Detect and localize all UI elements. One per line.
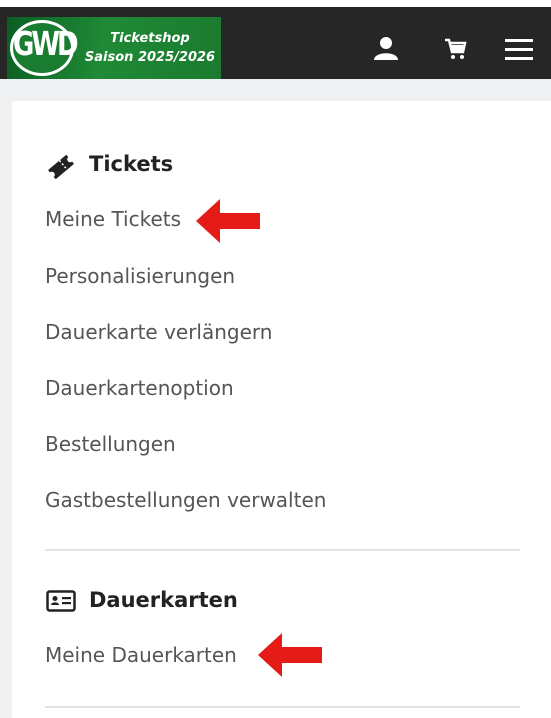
top-header-bar: GWD Ticketshop Saison 2025/2026 <box>0 7 551 79</box>
section-divider <box>45 549 520 551</box>
section-divider <box>45 706 520 708</box>
menu-item-dauerkarte-verlaengern[interactable]: Dauerkarte verlängern <box>45 320 272 344</box>
shop-title: Ticketshop <box>110 31 190 46</box>
ticket-icon <box>46 152 76 187</box>
menu-item-gastbestellungen-verwalten[interactable]: Gastbestellungen verwalten <box>45 488 326 512</box>
menu-icon[interactable] <box>505 39 533 61</box>
annotation-arrow-left <box>258 632 324 682</box>
menu-item-dauerkartenoption[interactable]: Dauerkartenoption <box>45 376 234 400</box>
logo-letters: GWD <box>13 26 79 64</box>
gwd-logo-emblem: GWD <box>10 20 79 76</box>
user-icon[interactable] <box>373 35 399 65</box>
menu-item-meine-dauerkarten[interactable]: Meine Dauerkarten <box>45 643 237 667</box>
account-menu-card <box>12 101 551 718</box>
section-title-tickets: Tickets <box>89 152 174 176</box>
gwd-logo[interactable]: GWD Ticketshop Saison 2025/2026 <box>7 17 221 79</box>
section-title-dauerkarten: Dauerkarten <box>89 588 238 612</box>
cart-icon[interactable] <box>443 37 467 65</box>
id-card-icon <box>46 589 76 618</box>
annotation-arrow-left <box>196 198 262 248</box>
menu-item-personalisierungen[interactable]: Personalisierungen <box>45 264 235 288</box>
menu-item-meine-tickets[interactable]: Meine Tickets <box>45 207 181 231</box>
menu-item-bestellungen[interactable]: Bestellungen <box>45 432 176 456</box>
season-label: Saison 2025/2026 <box>84 50 216 65</box>
